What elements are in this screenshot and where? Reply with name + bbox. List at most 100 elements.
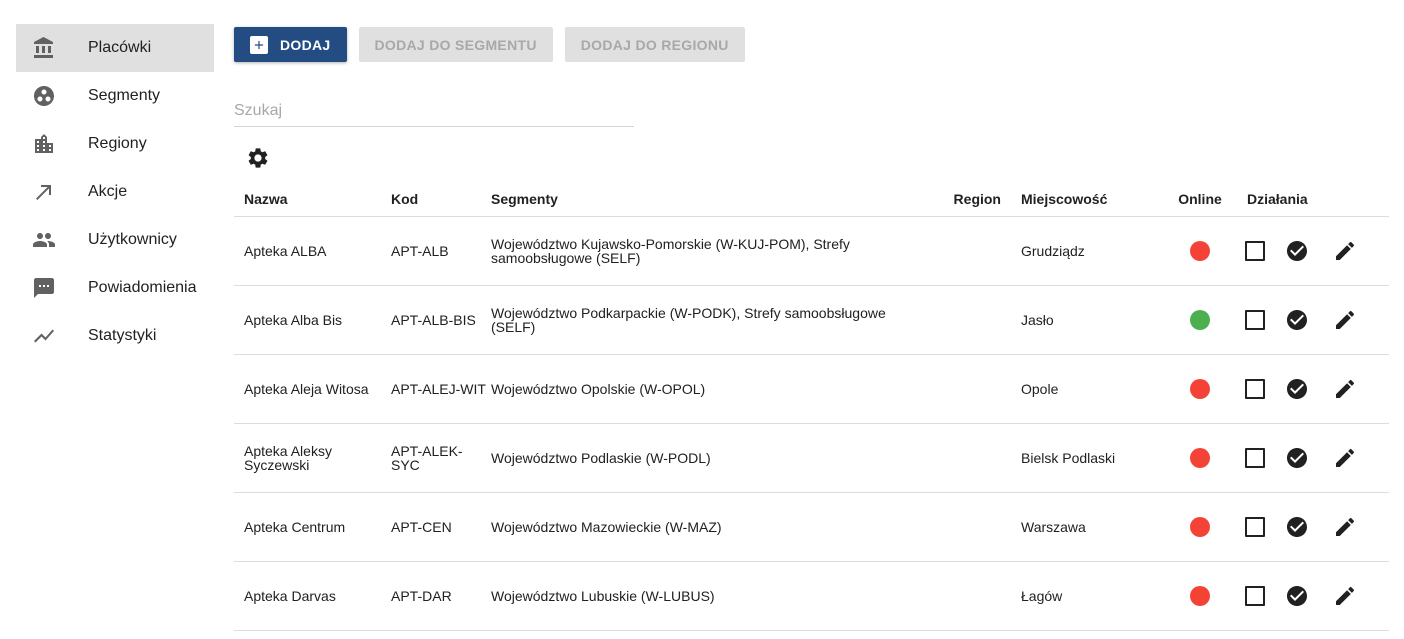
cell-code: APT-CEN xyxy=(391,492,491,562)
cell-actions xyxy=(1225,285,1389,355)
cell-segments: Województwo Podlaskie (W-PODL) xyxy=(491,423,891,493)
cell-code: APT-ALB xyxy=(391,216,491,286)
check-circle-icon[interactable] xyxy=(1285,308,1309,332)
add-to-region-button[interactable]: DODAJ DO REGIONU xyxy=(564,27,745,62)
check-circle-icon[interactable] xyxy=(1285,515,1309,539)
edit-pencil-icon[interactable] xyxy=(1333,239,1357,263)
cell-online xyxy=(1175,285,1225,355)
cell-segments: Województwo Opolskie (W-OPOL) xyxy=(491,354,891,424)
edit-pencil-icon[interactable] xyxy=(1333,377,1357,401)
online-status-indicator xyxy=(1190,448,1210,468)
cell-region xyxy=(891,492,1021,562)
select-checkbox[interactable] xyxy=(1245,379,1265,399)
cell-name: Apteka Aleja Witosa xyxy=(234,354,391,424)
segments-icon xyxy=(16,84,72,108)
cell-code: APT-DAR xyxy=(391,561,491,631)
cell-online xyxy=(1175,492,1225,562)
cell-segments: Województwo Podkarpackie (W-PODK), Stref… xyxy=(491,285,891,355)
cell-name: Apteka Alba Bis xyxy=(234,285,391,355)
cell-code: APT-ALEJ-WIT xyxy=(391,354,491,424)
table-row[interactable]: Apteka Aleja Witosa APT-ALEJ-WIT Województ… xyxy=(234,354,1389,424)
cell-online xyxy=(1175,423,1225,493)
column-header-region[interactable]: Region xyxy=(891,182,1021,217)
city-icon xyxy=(16,132,72,156)
column-header-code[interactable]: Kod xyxy=(391,182,491,217)
search-input[interactable] xyxy=(234,96,634,127)
select-checkbox[interactable] xyxy=(1245,586,1265,606)
cell-city: Bielsk Podlaski xyxy=(1021,423,1175,493)
cell-actions xyxy=(1225,492,1389,562)
cell-city: Grudziądz xyxy=(1021,216,1175,286)
table-row[interactable]: Apteka Aleksy Syczewski APT-ALEK-SYC Wojew… xyxy=(234,423,1389,493)
column-header-actions: Działania xyxy=(1225,182,1389,217)
cell-name: Apteka ALBA xyxy=(234,216,391,286)
sidebar-item-akcje[interactable]: Akcje xyxy=(16,168,214,216)
cell-online xyxy=(1175,216,1225,286)
column-header-name[interactable]: Nazwa xyxy=(234,182,391,217)
edit-pencil-icon[interactable] xyxy=(1333,308,1357,332)
column-header-city[interactable]: Miejscowość xyxy=(1021,182,1175,217)
online-status-indicator xyxy=(1190,586,1210,606)
edit-pencil-icon[interactable] xyxy=(1333,515,1357,539)
placowki-table: Nazwa Kod Segmenty Region Miejscowość On… xyxy=(234,182,1389,631)
cell-city: Łagów xyxy=(1021,561,1175,631)
table-row[interactable]: Apteka Centrum APT-CEN Województwo Mazowie… xyxy=(234,492,1389,562)
cell-online xyxy=(1175,354,1225,424)
add-button[interactable]: DODAJ xyxy=(234,27,347,62)
online-status-indicator xyxy=(1190,241,1210,261)
cell-segments: Województwo Mazowieckie (W-MAZ) xyxy=(491,492,891,562)
cell-region xyxy=(891,423,1021,493)
cell-segments: Województwo Kujawsko-Pomorskie (W-KUJ-PO… xyxy=(491,216,891,286)
trending-up-icon xyxy=(16,324,72,348)
cell-region xyxy=(891,216,1021,286)
online-status-indicator xyxy=(1190,379,1210,399)
cell-region xyxy=(891,561,1021,631)
sidebar-item-uzytkownicy[interactable]: Użytkownicy xyxy=(16,216,214,264)
cell-name: Apteka Aleksy Syczewski xyxy=(234,423,391,493)
add-to-segment-button[interactable]: DODAJ DO SEGMENTU xyxy=(358,27,553,62)
sidebar-item-regiony[interactable]: Regiony xyxy=(16,120,214,168)
sidebar-item-segmenty[interactable]: Segmenty xyxy=(16,72,214,120)
sidebar-item-powiadomienia[interactable]: Powiadomienia xyxy=(16,264,214,312)
sidebar-item-placowki[interactable]: Placówki xyxy=(16,24,214,72)
table-row[interactable]: Apteka Alba Bis APT-ALB-BIS Województwo Po… xyxy=(234,285,1389,355)
cell-city: Opole xyxy=(1021,354,1175,424)
sidebar-item-label: Segmenty xyxy=(88,87,161,104)
edit-pencil-icon[interactable] xyxy=(1333,446,1357,470)
arrow-up-right-icon xyxy=(16,180,72,204)
bank-icon xyxy=(16,36,72,60)
column-header-segments[interactable]: Segmenty xyxy=(491,182,891,217)
sidebar-item-label: Regiony xyxy=(88,135,147,152)
sidebar-item-label: Placówki xyxy=(88,39,152,56)
check-circle-icon[interactable] xyxy=(1285,446,1309,470)
select-checkbox[interactable] xyxy=(1245,517,1265,537)
sidebar: Placówki Segmenty Regiony Akcje Użytkown… xyxy=(16,24,214,360)
gear-icon[interactable] xyxy=(246,146,270,170)
check-circle-icon[interactable] xyxy=(1285,239,1309,263)
check-circle-icon[interactable] xyxy=(1285,377,1309,401)
select-checkbox[interactable] xyxy=(1245,448,1265,468)
sidebar-item-label: Użytkownicy xyxy=(88,231,177,248)
column-header-online[interactable]: Online xyxy=(1175,182,1225,217)
check-circle-icon[interactable] xyxy=(1285,584,1309,608)
chat-icon xyxy=(16,276,72,300)
online-status-indicator xyxy=(1190,517,1210,537)
cell-code: APT-ALB-BIS xyxy=(391,285,491,355)
table-header: Nazwa Kod Segmenty Region Miejscowość On… xyxy=(234,182,1389,217)
cell-name: Apteka Darvas xyxy=(234,561,391,631)
select-checkbox[interactable] xyxy=(1245,310,1265,330)
cell-actions xyxy=(1225,354,1389,424)
edit-pencil-icon[interactable] xyxy=(1333,584,1357,608)
cell-city: Jasło xyxy=(1021,285,1175,355)
select-checkbox[interactable] xyxy=(1245,241,1265,261)
sidebar-item-statystyki[interactable]: Statystyki xyxy=(16,312,214,360)
cell-city: Warszawa xyxy=(1021,492,1175,562)
toolbar: DODAJ DODAJ DO SEGMENTU DODAJ DO REGIONU xyxy=(234,27,745,62)
sidebar-item-label: Akcje xyxy=(88,183,128,200)
cell-segments: Województwo Lubuskie (W-LUBUS) xyxy=(491,561,891,631)
table-row[interactable]: Apteka Darvas APT-DAR Województwo Lubuskie… xyxy=(234,561,1389,631)
table-row[interactable]: Apteka ALBA APT-ALB Województwo Kujawsko-P… xyxy=(234,216,1389,286)
online-status-indicator xyxy=(1190,310,1210,330)
cell-name: Apteka Centrum xyxy=(234,492,391,562)
people-icon xyxy=(16,228,72,252)
